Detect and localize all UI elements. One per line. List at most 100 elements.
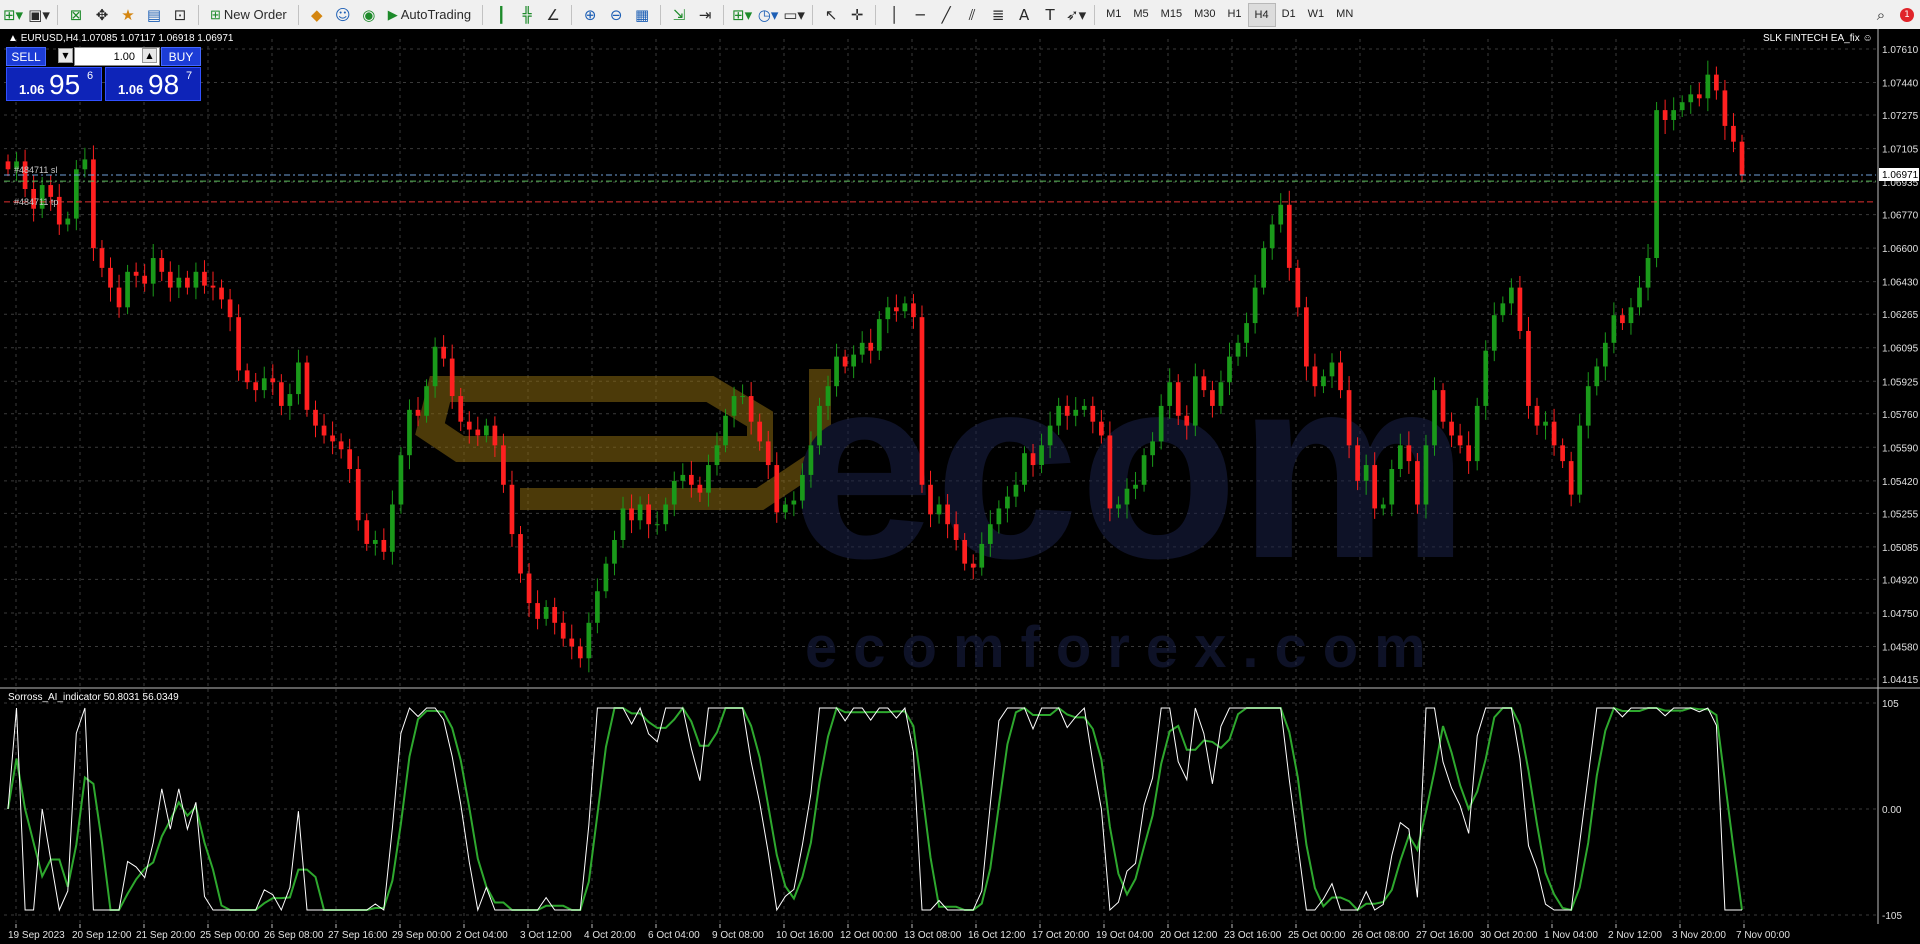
navigator-icon[interactable]: ★ xyxy=(116,3,140,27)
profiles-icon[interactable]: ▣▾ xyxy=(27,3,51,27)
horizontal-line-icon[interactable]: ─ xyxy=(908,3,932,27)
autoscroll-icon[interactable]: ⇲ xyxy=(667,3,691,27)
candle-body xyxy=(261,378,267,391)
periods-icon[interactable]: ◷▾ xyxy=(756,3,780,27)
candle-body xyxy=(1560,445,1565,462)
candle-body xyxy=(791,500,797,505)
toolbar-separator xyxy=(660,4,662,25)
price-axis-label: 1.07105 xyxy=(1882,145,1919,156)
candle-body xyxy=(1568,461,1574,495)
candle-body xyxy=(270,378,276,383)
candle-body xyxy=(748,396,754,422)
candle-body xyxy=(1628,307,1634,324)
sell-button[interactable]: SELL xyxy=(6,47,46,66)
alerts-badge: 1 xyxy=(1900,7,1914,22)
timeframe-w1-button[interactable]: W1 xyxy=(1302,3,1331,25)
buy-button[interactable]: BUY xyxy=(161,47,201,66)
price-axis-label: 1.07275 xyxy=(1882,111,1919,122)
market-watch-icon[interactable]: ⊠ xyxy=(64,3,88,27)
timeframe-m15-button[interactable]: M15 xyxy=(1155,3,1188,25)
chart-shift-icon[interactable]: ⇥ xyxy=(693,3,717,27)
text-label-icon[interactable]: T xyxy=(1038,3,1062,27)
sell-price-box[interactable]: 1.06 95 6 xyxy=(6,67,102,101)
terminal-icon[interactable]: ▤ xyxy=(142,3,166,27)
market-icon[interactable]: ◉ xyxy=(357,3,381,27)
price-axis-label: 1.06770 xyxy=(1882,211,1919,222)
candle-body xyxy=(1688,94,1694,103)
tile-windows-icon[interactable]: ▦ xyxy=(630,3,654,27)
new-order-button[interactable]: ⊞ New Order xyxy=(205,3,292,27)
candle-body xyxy=(1491,315,1497,351)
sell-price-big: 95 xyxy=(49,69,81,100)
new-order-icon: ⊞ xyxy=(210,6,221,22)
zoom-out-icon[interactable]: ⊖ xyxy=(604,3,628,27)
toolbar-separator xyxy=(482,4,484,25)
timeframe-m1-button[interactable]: M1 xyxy=(1100,3,1127,25)
vertical-line-icon[interactable]: │ xyxy=(882,3,906,27)
price-chart[interactable]: 1.076101.074401.072751.071051.069351.067… xyxy=(0,29,1920,689)
candle-body xyxy=(586,622,592,659)
buy-price-box[interactable]: 1.06 98 7 xyxy=(105,67,201,101)
candle-body xyxy=(1201,376,1207,391)
price-axis-label: 1.04580 xyxy=(1882,642,1919,653)
fibonacci-icon[interactable]: ≣ xyxy=(986,3,1010,27)
buy-price-sup: 7 xyxy=(186,70,193,82)
candle-body xyxy=(1116,504,1121,509)
timeframe-h4-button[interactable]: H4 xyxy=(1247,2,1276,27)
channel-icon[interactable]: ⫽ xyxy=(960,3,984,27)
candle-body xyxy=(1099,421,1104,436)
trendline-icon[interactable]: ╱ xyxy=(934,3,958,27)
time-axis-label: 3 Oct 12:00 xyxy=(520,930,572,941)
candle-body xyxy=(1534,405,1540,426)
search-icon[interactable]: ⌕ xyxy=(1869,3,1893,27)
price-axis-label: 1.07610 xyxy=(1882,45,1919,56)
arrows-icon[interactable]: ➶▾ xyxy=(1064,3,1088,27)
autotrading-button[interactable]: ▶ AutoTrading xyxy=(383,3,476,27)
bar-chart-icon[interactable]: ┃ xyxy=(489,3,513,27)
candle-body xyxy=(945,504,950,525)
indicator-subwindow[interactable]: 105 0.00 -105 xyxy=(0,689,1920,924)
notifications-icon[interactable]: 1 xyxy=(1895,3,1919,27)
candle-body xyxy=(1304,307,1309,367)
timeframe-d1-button[interactable]: D1 xyxy=(1276,3,1302,25)
candlestick-icon[interactable]: ╬ xyxy=(515,3,539,27)
candle-body xyxy=(185,277,190,288)
chart-window[interactable]: 1.07610 1.07440 1.07275 1.07105 1.06935 1.067… xyxy=(0,29,1920,944)
metaeditor-icon[interactable]: ◆ xyxy=(305,3,329,27)
candle-body xyxy=(706,465,711,493)
text-icon[interactable]: A xyxy=(1012,3,1036,27)
data-window-icon[interactable]: ✥ xyxy=(90,3,114,27)
time-axis-label: 25 Oct 00:00 xyxy=(1288,930,1346,941)
line-chart-icon[interactable]: ∠ xyxy=(541,3,565,27)
candle-body xyxy=(1432,390,1437,446)
candle-body xyxy=(911,303,916,318)
candle-body xyxy=(1235,342,1241,357)
smiley-icon: ☺ xyxy=(1862,33,1873,44)
indicators-icon[interactable]: ⊞▾ xyxy=(730,3,754,27)
time-axis-label: 27 Sep 16:00 xyxy=(328,930,388,941)
candle-body xyxy=(1064,405,1070,416)
cursor-icon[interactable]: ↖ xyxy=(819,3,843,27)
strategy-tester-icon[interactable]: ⊡ xyxy=(168,3,192,27)
candle-body xyxy=(825,386,831,406)
candle-body xyxy=(48,185,54,197)
candle-body xyxy=(159,258,165,272)
timeframe-h1-button[interactable]: H1 xyxy=(1221,3,1247,25)
timeframe-mn-button[interactable]: MN xyxy=(1330,3,1359,25)
collapse-triangle-icon[interactable]: ▲ xyxy=(8,33,18,44)
timeframe-m5-button[interactable]: M5 xyxy=(1127,3,1154,25)
candle-body xyxy=(740,396,745,398)
zoom-in-icon[interactable]: ⊕ xyxy=(578,3,602,27)
candle-body xyxy=(1551,421,1557,446)
lot-up-arrow-icon[interactable]: ▲ xyxy=(142,48,157,63)
new-chart-icon[interactable]: ⊞▾ xyxy=(1,3,25,27)
timeframe-m30-button[interactable]: M30 xyxy=(1188,3,1221,25)
candle-body xyxy=(1269,224,1275,249)
templates-icon[interactable]: ▭▾ xyxy=(782,3,806,27)
signals-icon[interactable]: ☺ xyxy=(331,3,355,27)
candle-body xyxy=(458,396,464,422)
lot-down-arrow-icon[interactable]: ▼ xyxy=(58,48,73,63)
candle-body xyxy=(1423,445,1429,505)
candle-body xyxy=(996,508,1002,525)
crosshair-icon[interactable]: ✛ xyxy=(845,3,869,27)
